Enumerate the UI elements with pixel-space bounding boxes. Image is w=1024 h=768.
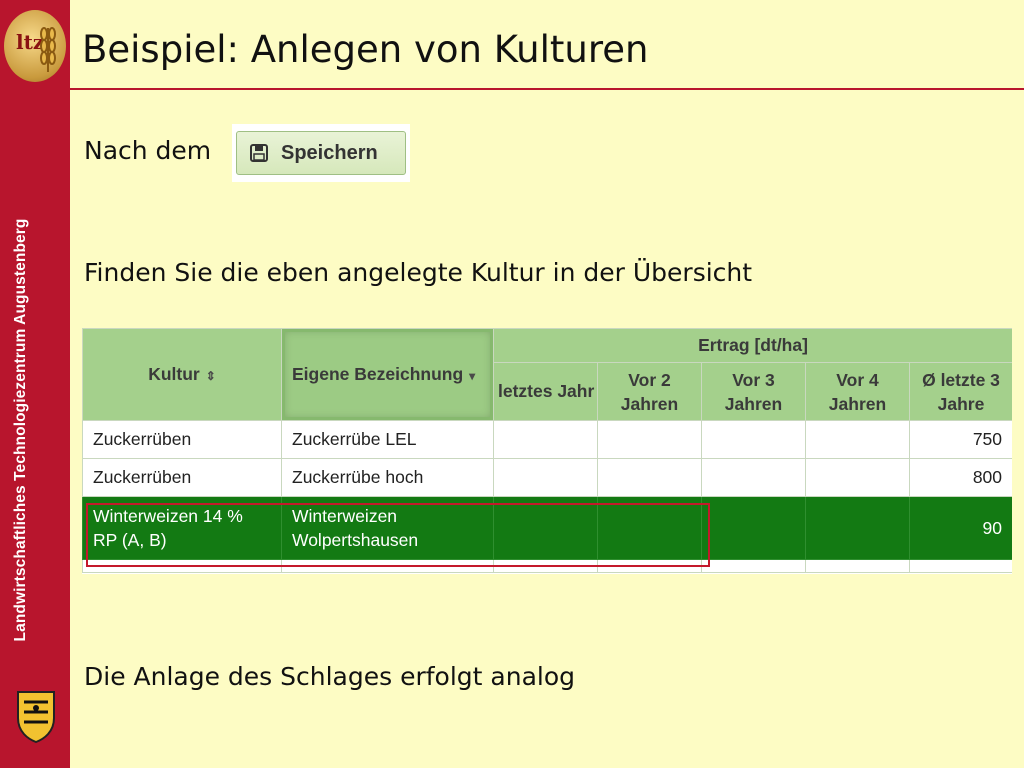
cell-vor-4 xyxy=(805,458,910,497)
cell-avg-3: 800 xyxy=(908,458,1012,497)
column-header-vor-2[interactable]: Vor 2 Jahren xyxy=(597,362,702,421)
instruction-line-2: Finden Sie die eben angelegte Kultur in … xyxy=(84,258,753,287)
column-header-vor-3[interactable]: Vor 3 Jahren xyxy=(701,362,806,421)
cell-vor-3 xyxy=(701,458,806,497)
column-header-avg-3[interactable]: Ø letzte 3 Jahre xyxy=(908,362,1012,421)
cell-vor-4 xyxy=(805,496,910,560)
sort-desc-icon: ▾ xyxy=(469,369,476,383)
save-disk-icon xyxy=(250,144,268,162)
column-header-kultur-label: Kultur xyxy=(148,364,200,384)
title-divider xyxy=(70,88,1024,90)
wheat-icon xyxy=(40,27,56,72)
table-row[interactable]: Zuckerrüben Zuckerrübe LEL 750 xyxy=(82,420,1012,459)
cell-vor-4 xyxy=(805,420,910,459)
sort-both-icon: ⇕ xyxy=(205,369,216,383)
highlight-box xyxy=(86,503,710,567)
cell-kultur: Zuckerrüben xyxy=(82,420,282,459)
cell-vor-3 xyxy=(701,420,806,459)
save-button-screenshot: Speichern xyxy=(232,124,410,182)
column-header-vor-4[interactable]: Vor 4 Jahren xyxy=(805,362,910,421)
slide-title: Beispiel: Anlegen von Kulturen xyxy=(82,28,649,71)
cell-vor-2 xyxy=(597,420,702,459)
cell-avg-3: 90 xyxy=(908,496,1012,560)
cell-vor-3 xyxy=(701,496,806,560)
ltz-logo: ltz xyxy=(4,10,66,82)
cell-kultur: Zuckerrüben xyxy=(82,458,282,497)
cell-letztes-jahr xyxy=(493,420,598,459)
cell-bezeichnung: Zuckerrübe LEL xyxy=(281,420,494,459)
column-header-letztes-jahr[interactable]: letztes Jahr xyxy=(493,362,598,421)
sidebar: ltz Landwirtschaftliches Technologiezent… xyxy=(0,0,70,768)
cell-avg-3: 750 xyxy=(908,420,1012,459)
instruction-line-3: Die Anlage des Schlages erfolgt analog xyxy=(84,662,576,691)
sidebar-institution-name: Landwirtschaftliches Technologiezentrum … xyxy=(12,218,29,642)
instruction-line-1: Nach dem xyxy=(84,136,212,165)
save-button[interactable]: Speichern xyxy=(236,131,406,175)
column-group-ertrag: Ertrag [dt/ha] xyxy=(492,328,1012,363)
cell-bezeichnung: Zuckerrübe hoch xyxy=(281,458,494,497)
column-header-eigene-bezeichnung[interactable]: Eigene Bezeichnung ▾ xyxy=(281,328,494,421)
cell-vor-2 xyxy=(597,458,702,497)
column-header-bezeichnung-label: Eigene Bezeichnung xyxy=(292,364,464,384)
cell-letztes-jahr xyxy=(493,458,598,497)
save-button-label: Speichern xyxy=(281,141,378,164)
column-header-kultur[interactable]: Kultur ⇕ xyxy=(82,328,282,421)
coat-of-arms-icon xyxy=(17,691,55,744)
table-row[interactable]: Zuckerrüben Zuckerrübe hoch 800 xyxy=(82,458,1012,497)
